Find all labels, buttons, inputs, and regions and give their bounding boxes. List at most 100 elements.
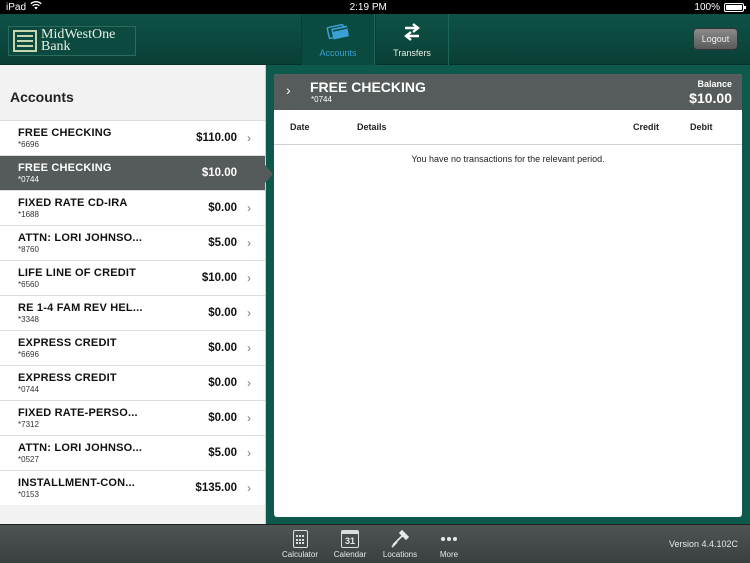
chevron-right-icon: ›	[247, 131, 251, 145]
account-balance: $0.00	[208, 307, 237, 319]
account-number: *0744	[18, 175, 39, 184]
account-balance: $10.00	[201, 167, 237, 179]
account-name: FIXED RATE CD-IRA	[18, 197, 128, 209]
account-balance: $0.00	[208, 342, 237, 354]
account-balance: $110.00	[196, 132, 237, 144]
logout-button[interactable]: Logout	[693, 28, 738, 50]
more-dots-icon	[440, 528, 458, 550]
account-row[interactable]: FREE CHECKING *0744 $10.00	[0, 155, 273, 190]
account-balance: $0.00	[208, 412, 237, 424]
account-row[interactable]: ATTN: LORI JOHNSO... *0527 $5.00 ›	[0, 435, 265, 470]
account-number: *0744	[18, 385, 39, 394]
account-info: ATTN: LORI JOHNSO... *8760	[18, 232, 208, 254]
locations-button[interactable]: Locations	[375, 528, 425, 559]
account-balance: $5.00	[208, 237, 237, 249]
calendar-label: Calendar	[333, 550, 367, 559]
account-name: EXPRESS CREDIT	[18, 372, 117, 384]
bottom-toolbar: Calculator 31 Calendar Locations More Ve…	[0, 524, 750, 563]
detail-account-name: FREE CHECKING	[310, 79, 426, 95]
chevron-right-icon: ›	[247, 271, 251, 285]
accounts-panel: Accounts FREE CHECKING *6696 $110.00 › FREE …	[0, 65, 273, 524]
account-row[interactable]: INSTALLMENT-CON... *0153 $135.00 ›	[0, 470, 265, 505]
account-info: FREE CHECKING *0744	[18, 162, 202, 184]
more-button[interactable]: More	[424, 528, 474, 559]
account-number: *7312	[18, 420, 39, 429]
account-number: *8760	[18, 245, 39, 254]
account-row[interactable]: FREE CHECKING *6696 $110.00 ›	[0, 120, 265, 155]
account-row[interactable]: EXPRESS CREDIT *6696 $0.00 ›	[0, 330, 265, 365]
transactions-header: Date Details Credit Debit	[274, 110, 742, 145]
detail-header[interactable]: › FREE CHECKING *0744 Balance $10.00	[274, 74, 742, 110]
account-name: ATTN: LORI JOHNSO...	[18, 232, 143, 244]
account-row[interactable]: LIFE LINE OF CREDIT *6560 $10.00 ›	[0, 260, 265, 295]
balance-label: Balance	[697, 79, 732, 89]
account-name: FIXED RATE-PERSO...	[18, 407, 138, 419]
column-details: Details	[357, 122, 387, 132]
account-row[interactable]: EXPRESS CREDIT *0744 $0.00 ›	[0, 365, 265, 400]
tab-transfers[interactable]: Transfers	[375, 14, 449, 65]
tab-accounts[interactable]: Accounts	[301, 14, 375, 65]
account-row[interactable]: FIXED RATE-PERSO... *7312 $0.00 ›	[0, 400, 265, 435]
account-number: *3348	[18, 315, 39, 324]
chevron-right-icon: ›	[247, 411, 251, 425]
battery-percent: 100%	[694, 1, 720, 13]
calculator-button[interactable]: Calculator	[275, 528, 325, 559]
account-number: *6560	[18, 280, 39, 289]
account-info: FREE CHECKING *6696	[18, 127, 196, 149]
calculator-icon	[292, 528, 308, 550]
chevron-right-icon: ›	[247, 341, 251, 355]
chevron-right-icon: ›	[247, 236, 251, 250]
chevron-right-icon: ›	[247, 376, 251, 390]
account-info: EXPRESS CREDIT *0744	[18, 372, 208, 394]
transfer-arrows-icon	[402, 23, 422, 45]
account-info: INSTALLMENT-CON... *0153	[18, 477, 195, 499]
locations-icon	[390, 528, 410, 550]
clock: 2:19 PM	[349, 1, 387, 13]
calendar-button[interactable]: 31 Calendar	[325, 528, 375, 559]
chevron-right-icon: ›	[247, 306, 251, 320]
account-number: *0527	[18, 455, 39, 464]
version-label: Version 4.4.102C	[668, 539, 738, 549]
battery-icon	[724, 2, 746, 12]
account-info: FIXED RATE-PERSO... *7312	[18, 407, 208, 429]
column-date: Date	[290, 122, 310, 132]
account-balance: $135.00	[195, 482, 237, 494]
chevron-right-icon: ›	[247, 446, 251, 460]
account-number: *0153	[18, 490, 39, 499]
account-info: LIFE LINE OF CREDIT *6560	[18, 267, 202, 289]
status-bar: iPad 2:19 PM 100%	[0, 0, 750, 14]
device-label: iPad	[6, 1, 27, 13]
chevron-right-icon: ›	[247, 201, 251, 215]
account-row[interactable]: RE 1-4 FAM REV HEL... *3348 $0.00 ›	[0, 295, 265, 330]
logo-line2: Bank	[41, 39, 71, 54]
account-row[interactable]: FIXED RATE CD-IRA *1688 $0.00 ›	[0, 190, 265, 225]
account-balance: $0.00	[208, 377, 237, 389]
account-info: EXPRESS CREDIT *6696	[18, 337, 208, 359]
logo-mark-icon	[13, 30, 37, 52]
calculator-label: Calculator	[281, 550, 318, 559]
more-label: More	[439, 550, 459, 559]
account-balance: $0.00	[208, 202, 237, 214]
account-info: ATTN: LORI JOHNSO... *0527	[18, 442, 208, 464]
account-name: ATTN: LORI JOHNSO...	[18, 442, 143, 454]
chevron-right-icon: ›	[286, 82, 291, 98]
column-credit: Credit	[633, 122, 660, 132]
credit-card-icon	[326, 21, 350, 45]
account-row[interactable]: ATTN: LORI JOHNSO... *8760 $5.00 ›	[0, 225, 265, 260]
bank-logo: MidWestOne Bank	[8, 26, 136, 56]
account-name: INSTALLMENT-CON...	[18, 477, 136, 489]
account-number: *6696	[18, 350, 39, 359]
account-name: LIFE LINE OF CREDIT	[18, 267, 137, 279]
accounts-title: Accounts	[10, 89, 74, 105]
locations-label: Locations	[382, 550, 418, 559]
account-balance: $10.00	[201, 272, 237, 284]
wifi-icon	[30, 1, 42, 13]
tab-accounts-label: Accounts	[319, 48, 357, 58]
detail-account-number: *0744	[311, 95, 332, 104]
column-debit: Debit	[690, 122, 713, 132]
empty-transactions-message: You have no transactions for the relevan…	[411, 154, 605, 164]
calendar-icon: 31	[341, 528, 359, 550]
tab-transfers-label: Transfers	[393, 48, 431, 58]
account-info: RE 1-4 FAM REV HEL... *3348	[18, 302, 208, 324]
account-name: RE 1-4 FAM REV HEL...	[18, 302, 143, 314]
